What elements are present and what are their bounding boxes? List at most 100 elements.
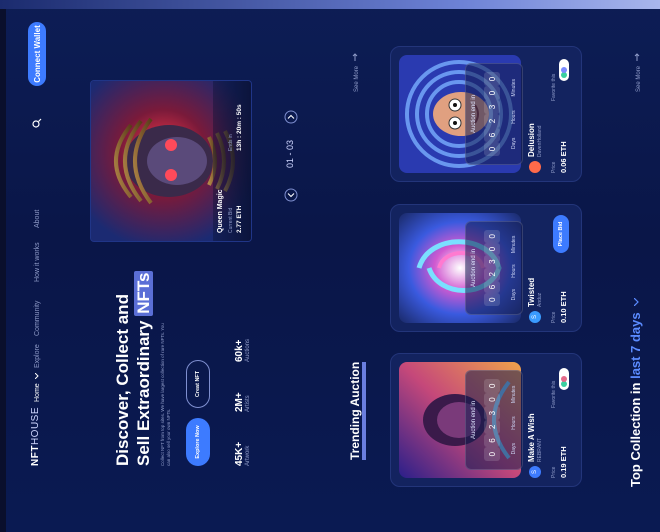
timer-digit: 0	[484, 72, 500, 86]
arrow-right-icon	[352, 53, 358, 62]
timer-digit: 3	[484, 100, 500, 114]
card-name: Delusion	[527, 123, 536, 157]
timer-unit: Hours	[511, 416, 517, 430]
brand-name-b: HOUSE	[30, 406, 41, 446]
place-bid-button[interactable]: Place Bid	[553, 215, 569, 253]
featured-ends-label: Ends in	[228, 134, 234, 151]
nav-item-home[interactable]: Home	[34, 373, 41, 402]
card-fav-label: Favorite this	[551, 380, 557, 408]
timer-unit: Days	[511, 288, 517, 301]
nav-item-how-it-works[interactable]: How it works	[34, 242, 41, 282]
stat-label: Auctions	[245, 338, 251, 362]
timer-unit: Days	[511, 137, 517, 150]
timer-digit: 0	[484, 86, 500, 100]
card-price: 0.19 ETH	[559, 446, 568, 478]
card-fav-label: Favorite this	[551, 73, 557, 101]
auction-timer: Auction end in 0 6 2 3 0 0 Days Hours Mi…	[465, 221, 523, 315]
timer-label: Auction end in	[471, 400, 477, 440]
rotated-page: NFTHOUSE Home Explore Community How it w…	[0, 0, 660, 532]
featured-ends-value: 13h : 20m : 50s	[236, 104, 243, 151]
timer-digit: 2	[484, 114, 500, 128]
card-name: Make A Wish	[527, 413, 536, 462]
timer-units: Days Hours Minutes	[511, 230, 517, 306]
timer-digit: 6	[484, 433, 500, 448]
chevron-down-icon[interactable]	[634, 297, 640, 306]
hero-title-highlight: NFTs	[134, 270, 153, 316]
heart-icon[interactable]	[559, 59, 569, 81]
connect-wallet-button[interactable]: Connect Wallet	[28, 22, 46, 86]
card-price-label: Price	[551, 311, 557, 323]
collection-title-a: Top Collection in	[628, 378, 643, 487]
timer-digit: 2	[484, 419, 500, 434]
nav-item-community[interactable]: Community	[34, 301, 41, 336]
chevron-right-icon[interactable]	[284, 110, 298, 124]
stat-label: Artwork	[245, 445, 251, 466]
timer-digit: 0	[484, 447, 500, 461]
featured-name: Queen Magic	[217, 189, 224, 233]
timer-digit: 0	[484, 142, 500, 156]
nav-item-explore[interactable]: Explore	[34, 344, 41, 368]
brand-logo[interactable]: NFTHOUSE	[30, 407, 41, 466]
hero-description: Collect NFT from top sites. We have larg…	[160, 323, 171, 466]
search-icon[interactable]	[32, 118, 42, 128]
timer-digit: 0	[484, 293, 500, 306]
nav-item-about[interactable]: About	[34, 210, 41, 228]
card-creator: REBRANT	[537, 438, 543, 462]
card-name: Twisted	[527, 277, 536, 307]
auction-card-make-a-wish[interactable]: Auction end in 0 6 2 3 0 0 Days Hours Mi…	[390, 353, 582, 487]
timer-label: Auction end in	[471, 248, 477, 288]
featured-bid-label: Current Bid	[228, 207, 234, 233]
create-nft-button[interactable]: Creat NFT	[186, 360, 210, 408]
timer-unit: Hours	[511, 110, 517, 124]
timer-digit: 3	[484, 406, 500, 420]
card-price-label: Price	[551, 161, 557, 173]
hero-title: Discover, Collect and Sell Extraordinary…	[112, 246, 154, 466]
chevron-down-icon	[35, 373, 39, 380]
timer-digit: 6	[484, 128, 500, 142]
trending-see-more[interactable]: See More	[352, 53, 360, 92]
auction-card-delusion[interactable]: Auction end in 0 6 2 3 0 0 Days Hours Mi…	[390, 46, 582, 182]
timer-units: Days Hours Minutes	[511, 379, 517, 461]
stat-value: 45K+	[234, 441, 245, 466]
stat-auctions: 60k+ Auctions	[234, 322, 251, 362]
timer-digit: 0	[484, 242, 500, 256]
card-creator: DavenHolland	[537, 125, 543, 157]
card-price-label: Price	[551, 466, 557, 478]
timer-units: Days Hours Minutes	[511, 72, 517, 156]
creator-avatar	[529, 161, 541, 173]
pager-text: 01 - 03	[285, 139, 295, 168]
featured-card[interactable]: Queen Magic Current Bid 2.77 ETH Ends in…	[90, 80, 252, 242]
stat-value: 2M+	[234, 392, 245, 412]
timer-digits: 0 6 2 3 0 0	[484, 229, 500, 306]
card-price: 0.10 ETH	[559, 291, 568, 323]
chevron-left-icon[interactable]	[284, 188, 298, 202]
see-more-label: See More	[636, 65, 642, 92]
stat-artwork: 45K+ Artwork	[234, 426, 251, 466]
stat-artists: 2M+ Artists	[234, 372, 251, 412]
card-creator: Anduz	[537, 292, 543, 307]
timer-digits: 0 6 2 3 0 0	[484, 378, 500, 461]
creator-avatar: S	[529, 311, 541, 323]
timer-digit: 0	[484, 229, 500, 243]
brand-name-a: NFT	[30, 445, 41, 466]
trending-title: Trending Auction	[348, 361, 366, 460]
explore-now-button[interactable]: Explore Now	[186, 418, 210, 466]
trending-title-text: Trending Auction	[348, 361, 366, 460]
hero-title-line2a: Sell Extraordinary	[134, 315, 153, 466]
timer-unit: Hours	[511, 264, 517, 278]
timer-unit: Days	[511, 442, 517, 455]
card-price: 0.06 ETH	[559, 141, 568, 173]
timer-unit: Minutes	[511, 385, 517, 404]
collection-title: Top Collection in last 7 days	[628, 297, 643, 487]
auction-card-twisted[interactable]: Auction end in 0 6 2 3 0 0 Days Hours Mi…	[390, 204, 582, 332]
timer-digit: 6	[484, 280, 500, 294]
timer-label: Auction end in	[471, 94, 477, 134]
timer-digit: 0	[484, 392, 500, 407]
see-more-label: See More	[354, 65, 360, 92]
timer-digits: 0 6 2 3 0 0	[484, 72, 500, 156]
heart-icon[interactable]	[559, 368, 569, 390]
nav-label: Home	[34, 383, 41, 402]
stat-label: Artists	[245, 395, 251, 412]
stat-value: 60k+	[234, 339, 245, 362]
collection-see-more[interactable]: See More	[634, 53, 642, 92]
